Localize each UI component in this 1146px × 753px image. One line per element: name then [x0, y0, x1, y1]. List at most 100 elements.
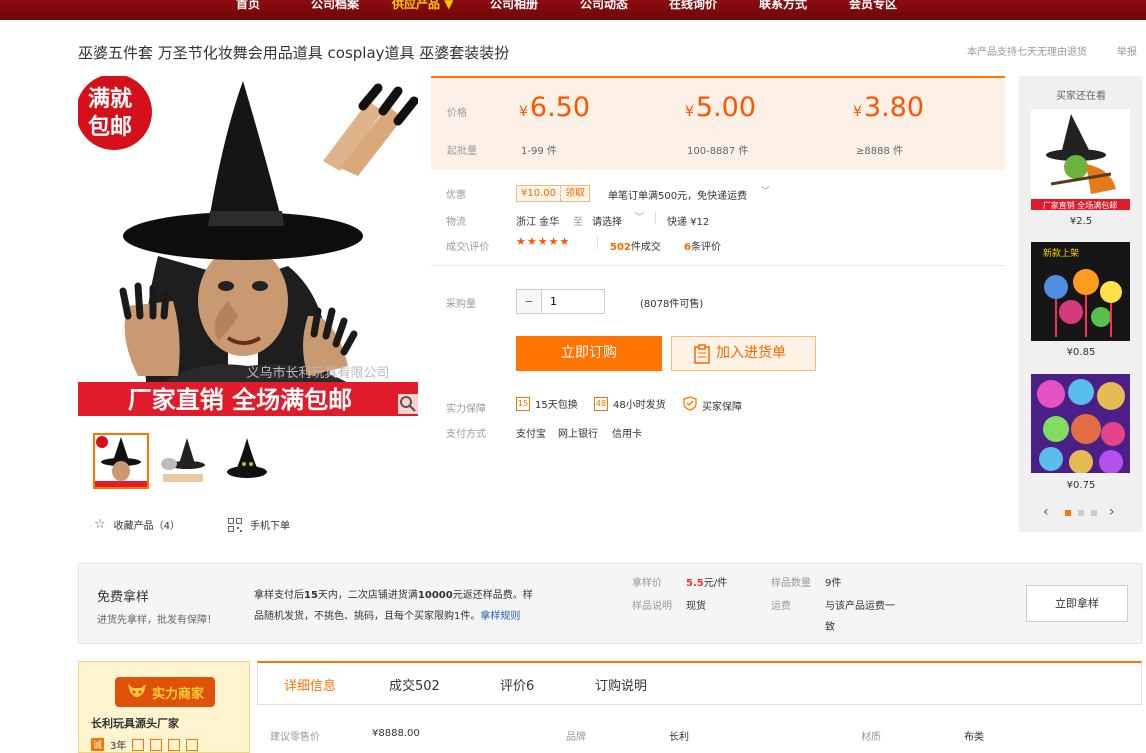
promo-label: 优惠: [446, 190, 466, 201]
rail-item-3-image[interactable]: [1031, 374, 1130, 473]
sales-count: 502: [610, 242, 631, 253]
coupon-claim[interactable]: 领取: [561, 186, 589, 201]
guarantee-48h-label: 48小时发货: [613, 400, 666, 411]
guarantee-buyer-label: 买家保障: [702, 401, 742, 413]
free-sample-panel: 免费拿样 进货先拿样，批发有保障！ 拿样支付后15天内，二次店铺进货满10000…: [78, 563, 1142, 644]
chevron-down-icon[interactable]: ﹀: [761, 184, 770, 197]
get-sample-button[interactable]: 立即拿样: [1026, 585, 1128, 622]
sample-price: 5.5元/件: [686, 574, 727, 589]
thumbnail-1[interactable]: [93, 433, 149, 489]
thumbnail-3[interactable]: [219, 433, 275, 489]
sample-price-value: 5.5: [686, 578, 704, 589]
chevron-right-icon[interactable]: ›: [1109, 504, 1115, 520]
tab-details[interactable]: 详细信息: [284, 675, 336, 694]
carousel-dot[interactable]: [1091, 510, 1097, 516]
sample-description: 拿样支付后15天内，二次店铺进货满10000元返还样品费。样 品随机发货，不挑色…: [254, 585, 564, 627]
rating-stars-icon: ★★★★★: [516, 235, 571, 248]
supplier-name[interactable]: 长利玩具源头厂家: [91, 715, 179, 731]
rail-item-2-image[interactable]: 新款上架: [1031, 242, 1130, 341]
badge-label: 实力商家: [151, 686, 204, 702]
payment-label: 支付方式: [446, 429, 486, 440]
ship-destination-select[interactable]: 请选择: [592, 213, 622, 228]
sample-title: 免费拿样: [97, 590, 150, 605]
sample-note-value: 现货: [686, 601, 706, 612]
nav-item-profile[interactable]: 公司档案: [311, 0, 359, 11]
price-tier-1: ¥6.50: [519, 92, 590, 123]
retail-price-value: ¥8888.00: [372, 728, 420, 739]
sample-subtitle: 进货先拿样，批发有保障！: [97, 615, 217, 626]
shipping-time-icon: 48: [594, 396, 608, 411]
material-value: 布类: [964, 732, 984, 743]
image-banner-text: 厂家直销 全场满包邮: [128, 385, 352, 414]
review-stat[interactable]: 6条评价: [684, 238, 721, 253]
ship-to-word: 至: [573, 217, 583, 228]
supplier-credentials: 诚 3年: [91, 737, 199, 752]
order-now-button[interactable]: 立即订购: [516, 336, 662, 371]
quantity-input[interactable]: [542, 290, 602, 313]
mobile-order[interactable]: 手机下单: [228, 517, 290, 532]
guarantee-48h[interactable]: 48 48小时发货: [594, 396, 666, 411]
carousel-dot[interactable]: [1078, 510, 1084, 516]
top-nav-bar: 首页 公司档案 供应产品 ▼ 公司相册 公司动态 在线询价 联系方式 会员专区: [0, 0, 1146, 20]
sample-qty-label: 样品数量: [771, 578, 811, 589]
guarantee-buyer[interactable]: 买家保障: [683, 396, 742, 414]
integrity-icon: 诚: [91, 738, 105, 751]
review-suffix: 条评价: [690, 242, 721, 253]
sample-desc-line2: 品随机发货，不挑色、挑码，且每个买家限购1件。: [254, 611, 481, 622]
sample-desc-amount: 10000: [417, 590, 453, 601]
currency-symbol: ¥: [685, 104, 694, 120]
nav-item-news[interactable]: 公司动态: [580, 0, 628, 11]
sales-suffix: 件成交: [630, 242, 661, 253]
sample-price-label: 拿样价: [632, 578, 662, 589]
shield-icon: [683, 396, 697, 414]
nav-item-member[interactable]: 会员专区: [849, 0, 897, 11]
credential-icon: [150, 738, 163, 751]
divider: [655, 212, 656, 224]
review-count: 6: [684, 242, 691, 253]
nav-item-products[interactable]: 供应产品 ▼: [392, 0, 453, 11]
quantity-stepper: −: [516, 289, 605, 314]
supplier-badge-panel: 实力商家 长利玩具源头厂家 诚 3年: [78, 661, 250, 753]
decrement-button[interactable]: −: [517, 290, 542, 313]
price-tier-1-range: 1-99 件: [521, 146, 557, 157]
rail-item-1-price: ¥2.5: [1069, 216, 1093, 227]
sales-stat[interactable]: 502件成交: [610, 238, 661, 253]
credential-icon: [132, 738, 145, 751]
thumbnail-2-image: [157, 434, 211, 488]
zoom-icon[interactable]: [398, 394, 418, 414]
detail-tabs: 详细信息 成交502 评价6 订购说明: [257, 661, 1142, 705]
payment-alipay: 支付宝: [516, 429, 546, 440]
price-label: 价格: [447, 108, 467, 119]
currency-symbol: ¥: [853, 104, 862, 120]
nav-item-home[interactable]: 首页: [236, 0, 260, 11]
rail-item-1-image[interactable]: 厂家直销 全场满包邮: [1031, 109, 1130, 210]
retail-price-label: 建议零售价: [270, 732, 320, 743]
sample-freight-value-2: 致: [825, 622, 835, 633]
rail-item-1-caption: 厂家直销 全场满包邮: [1043, 200, 1118, 210]
guarantee-15day[interactable]: 15 15天包换: [516, 396, 578, 411]
nav-item-contact[interactable]: 联系方式: [759, 0, 807, 11]
bull-logo-icon: [126, 680, 148, 705]
report-link[interactable]: 举报: [1117, 43, 1137, 58]
credential-icon: [186, 738, 199, 751]
rail-item-2-caption: 新款上架: [1043, 247, 1079, 259]
tab-transactions[interactable]: 成交502: [389, 675, 440, 694]
tab-order-info[interactable]: 订购说明: [595, 675, 647, 694]
currency-symbol: ¥: [519, 104, 528, 120]
thumbnail-3-image: [220, 434, 274, 488]
shipping-fee: 快递 ¥12: [667, 217, 710, 228]
nav-item-album[interactable]: 公司相册: [490, 0, 538, 11]
coupon[interactable]: ¥10.00 领取: [516, 185, 590, 202]
carousel-dot-active[interactable]: [1065, 510, 1071, 516]
sample-rules-link[interactable]: 拿样规则: [480, 611, 520, 622]
tab-reviews[interactable]: 评价6: [500, 675, 534, 694]
chevron-left-icon[interactable]: ‹: [1043, 504, 1049, 520]
sample-qty-value: 9件: [825, 578, 842, 589]
payment-netbank: 网上银行: [558, 429, 598, 440]
add-to-cart-button[interactable]: 加入进货单: [671, 336, 816, 371]
main-product-image[interactable]: 满就 包邮 义乌市长利玩具有限公司 厂家直销 全场满包邮: [78, 76, 418, 416]
favorite-product[interactable]: ☆ 收藏产品（4）: [94, 517, 180, 532]
thumbnail-2[interactable]: [156, 433, 212, 489]
chevron-down-icon[interactable]: ﹀: [635, 210, 644, 223]
nav-item-inquiry[interactable]: 在线询价: [669, 0, 717, 11]
